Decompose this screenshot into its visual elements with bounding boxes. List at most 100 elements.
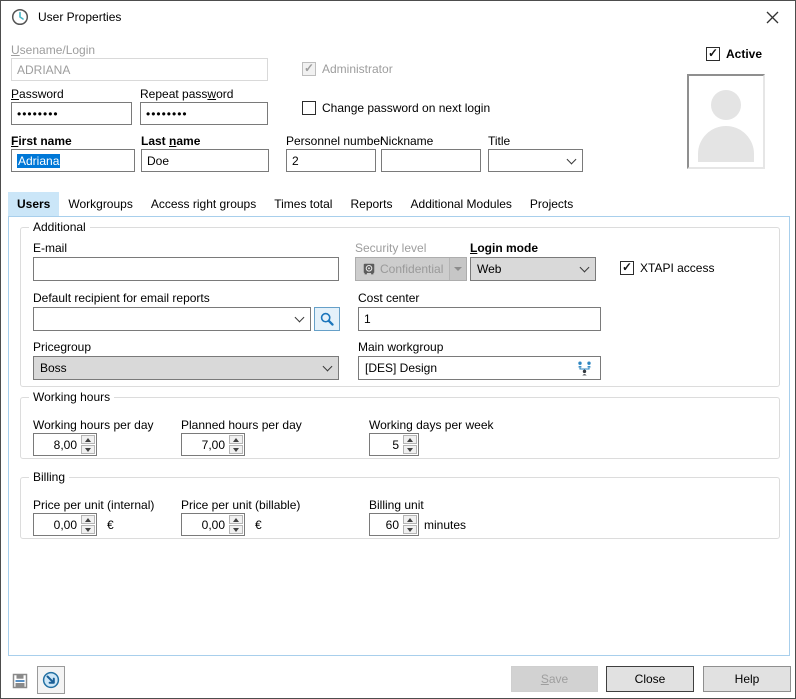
billing-unit-suffix: minutes [424, 518, 466, 532]
recipient-search-button[interactable] [314, 307, 340, 331]
person-silhouette-icon [711, 90, 741, 120]
billing-unit-label: Billing unit [369, 498, 424, 512]
first-name-label: First name [11, 134, 72, 148]
working-days-per-week-value: 5 [370, 434, 402, 455]
save-tool-button[interactable] [7, 668, 33, 694]
billing-unit-spinner[interactable]: 60 [369, 513, 419, 536]
main-workgroup-field[interactable]: [DES] Design [358, 356, 601, 380]
nickname-label: Nickname [380, 134, 433, 148]
magnifier-icon [319, 311, 335, 327]
transfer-tool-button[interactable] [37, 666, 65, 694]
login-mode-label: Login mode [470, 241, 538, 255]
administrator-checkbox-box [302, 62, 316, 76]
org-chart-icon [576, 361, 593, 376]
pricegroup-select[interactable]: Boss [33, 356, 339, 380]
cost-center-label: Cost center [358, 291, 419, 305]
spin-down-button[interactable] [229, 525, 243, 534]
xtapi-access-checkbox[interactable]: XTAPI access [620, 261, 714, 275]
active-checkbox[interactable]: Active [706, 47, 762, 61]
help-button[interactable]: Help [703, 666, 791, 692]
last-name-input[interactable] [141, 149, 269, 172]
default-recipient-select[interactable] [33, 307, 311, 331]
tab-workgroups[interactable]: Workgroups [59, 192, 141, 216]
working-hours-per-day-spinner[interactable]: 8,00 [33, 433, 97, 456]
spin-up-button[interactable] [403, 435, 417, 444]
spin-down-button[interactable] [403, 445, 417, 454]
sync-arrow-icon [41, 670, 61, 690]
cost-center-input[interactable] [358, 307, 601, 331]
triangle-down-icon [85, 448, 91, 452]
spin-buttons [228, 514, 244, 535]
triangle-down-icon [233, 448, 239, 452]
title-select[interactable] [488, 149, 583, 172]
change-password-checkbox-box [302, 101, 316, 115]
repeat-password-label: Repeat password [140, 87, 233, 101]
spin-up-button[interactable] [81, 435, 95, 444]
xtapi-checkbox-box [620, 261, 634, 275]
spin-down-button[interactable] [403, 525, 417, 534]
price-billable-spinner[interactable]: 0,00 [181, 513, 245, 536]
security-level-select: Confidential [355, 257, 467, 281]
title-bar: User Properties [1, 1, 795, 33]
close-window-button[interactable] [759, 5, 785, 29]
spin-down-button[interactable] [81, 525, 95, 534]
security-level-dropdown-button [449, 258, 466, 280]
floppy-disk-icon [11, 672, 29, 690]
repeat-password-input[interactable] [140, 102, 268, 125]
active-label: Active [726, 47, 762, 61]
username-label: Usename/Login [11, 43, 95, 57]
spin-up-button[interactable] [81, 515, 95, 524]
first-name-input[interactable]: Adriana [11, 149, 135, 172]
triangle-down-icon [85, 528, 91, 532]
spin-buttons [402, 514, 418, 535]
tab-times-total[interactable]: Times total [265, 192, 341, 216]
spin-down-button[interactable] [81, 445, 95, 454]
nickname-input[interactable] [381, 149, 481, 172]
security-level-value: Confidential [380, 262, 443, 276]
personnel-number-input[interactable] [286, 149, 376, 172]
main-workgroup-value: [DES] Design [365, 361, 437, 375]
spin-down-button[interactable] [229, 445, 243, 454]
change-password-checkbox[interactable]: Change password on next login [302, 101, 490, 115]
password-label: Password [11, 87, 64, 101]
tab-users[interactable]: Users [8, 192, 59, 216]
spin-buttons [402, 434, 418, 455]
working-hours-per-day-value: 8,00 [34, 434, 80, 455]
group-additional-title: Additional [29, 220, 90, 234]
avatar[interactable] [687, 74, 765, 169]
price-billable-label: Price per unit (billable) [181, 498, 300, 512]
administrator-checkbox[interactable]: Administrator [302, 62, 393, 76]
group-billing: Billing Price per unit (internal) 0,00 €… [20, 477, 780, 539]
main-workgroup-label: Main workgroup [358, 340, 443, 354]
login-mode-value: Web [477, 262, 501, 276]
spin-buttons [80, 434, 96, 455]
person-silhouette-body [698, 126, 754, 162]
chevron-down-icon [323, 362, 333, 372]
tab-projects[interactable]: Projects [521, 192, 582, 216]
xtapi-access-label: XTAPI access [640, 261, 714, 275]
triangle-up-icon [233, 438, 239, 442]
close-button[interactable]: Close [606, 666, 694, 692]
billing-unit-value: 60 [370, 514, 402, 535]
working-days-per-week-spinner[interactable]: 5 [369, 433, 419, 456]
tab-additional-modules[interactable]: Additional Modules [402, 192, 521, 216]
tab-reports[interactable]: Reports [341, 192, 401, 216]
spin-up-button[interactable] [403, 515, 417, 524]
login-mode-select[interactable]: Web [470, 257, 596, 281]
last-name-label: Last name [141, 134, 200, 148]
price-internal-value: 0,00 [34, 514, 80, 535]
spin-up-button[interactable] [229, 515, 243, 524]
password-input[interactable] [11, 102, 132, 125]
working-days-per-week-label: Working days per week [369, 418, 494, 432]
chevron-down-icon [580, 263, 590, 273]
planned-hours-per-day-spinner[interactable]: 7,00 [181, 433, 245, 456]
save-button: Save [511, 666, 598, 692]
user-properties-dialog: User Properties Usename/Login Administra… [0, 0, 796, 699]
email-input[interactable] [33, 257, 339, 281]
group-working-hours: Working hours Working hours per day 8,00… [20, 397, 780, 459]
tab-access-right-groups[interactable]: Access right groups [142, 192, 265, 216]
username-input[interactable] [11, 58, 268, 81]
pricegroup-value: Boss [40, 361, 67, 375]
price-internal-spinner[interactable]: 0,00 [33, 513, 97, 536]
spin-up-button[interactable] [229, 435, 243, 444]
